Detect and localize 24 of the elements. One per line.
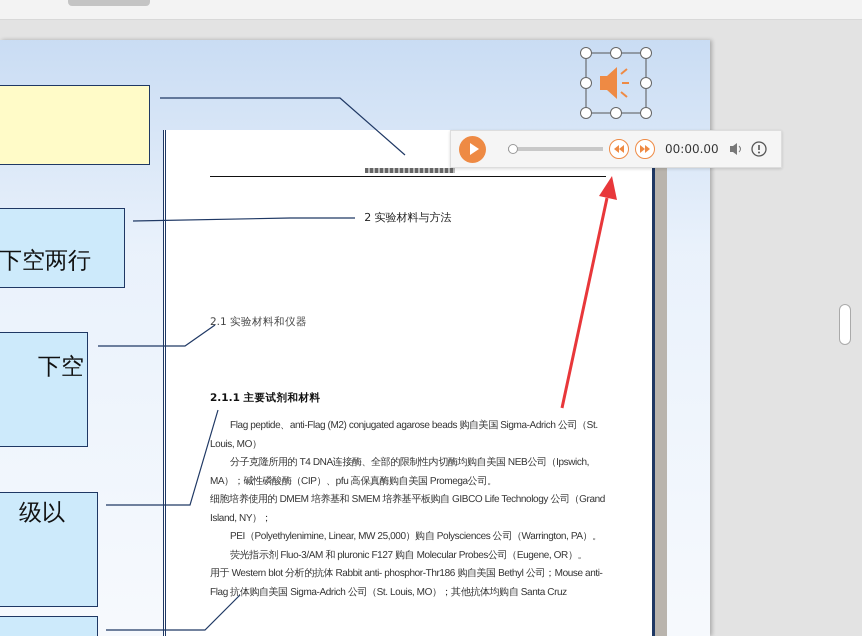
- play-button[interactable]: [459, 136, 486, 162]
- skip-forward-button[interactable]: [635, 139, 655, 159]
- speaker-icon[interactable]: [580, 47, 652, 119]
- fast-forward-icon: [640, 145, 650, 153]
- paragraph: 用于 Western blot 分析的抗体 Rabbit anti- phosphor-Thr186 购自美国 Bethyl 公司；Mouse anti-Flag 抗体购自美国 Sigma-Adrich 公司（St. Louis, MO）；其他抗体均购自 Santa Cruz: [210, 566, 604, 600]
- callout-text: 下空: [38, 353, 84, 382]
- progress-thumb[interactable]: [508, 144, 518, 154]
- paragraph: 分子克隆所用的 T4 DNA连接酶、全部的限制性内切酶均购自美国 NEB公司（Ipswich, MA）；碱性磷酸酶（CIP）、pfu 高保真酶购自美国 Promega公司。: [210, 456, 590, 488]
- scrollbar-thumb[interactable]: [839, 304, 851, 345]
- rewind-icon: [614, 145, 624, 153]
- alert-icon[interactable]: [750, 141, 767, 157]
- skip-back-button[interactable]: [609, 139, 629, 159]
- paragraph: Flag peptide、anti-Flag (M2) conjugated agarose beads 购自美国 Sigma-Adrich 公司（St. Louis, MO）: [210, 418, 599, 452]
- subsection-heading: 2.1.1 主要试剂和材料: [210, 391, 322, 405]
- paragraph: PEI（Polyethylenimine, Linear, MW 25,000）购自 Polysciences 公司（Warrington, PA）。: [229, 530, 603, 544]
- play-icon: [469, 143, 479, 155]
- section-heading: 2.1 实验材料和仪器: [210, 315, 308, 329]
- paragraph: 荧光指示剂 Fluo-3/AM 和 pluronic F127 购自 Molecular Probes公司（Eugene, OR）。: [229, 548, 588, 562]
- progress-track[interactable]: [508, 144, 603, 154]
- chapter-heading: 2 实验材料与方法: [364, 211, 452, 224]
- callout-text: 级以: [19, 499, 65, 528]
- playback-time: 00:00.00: [665, 142, 719, 156]
- paragraph: 细胞培养使用的 DMEM 培养基和 SMEM 培养基平板购自 GIBCO Life Technology 公司（Grand Island, NY）；: [210, 492, 606, 526]
- volume-icon[interactable]: [728, 142, 743, 156]
